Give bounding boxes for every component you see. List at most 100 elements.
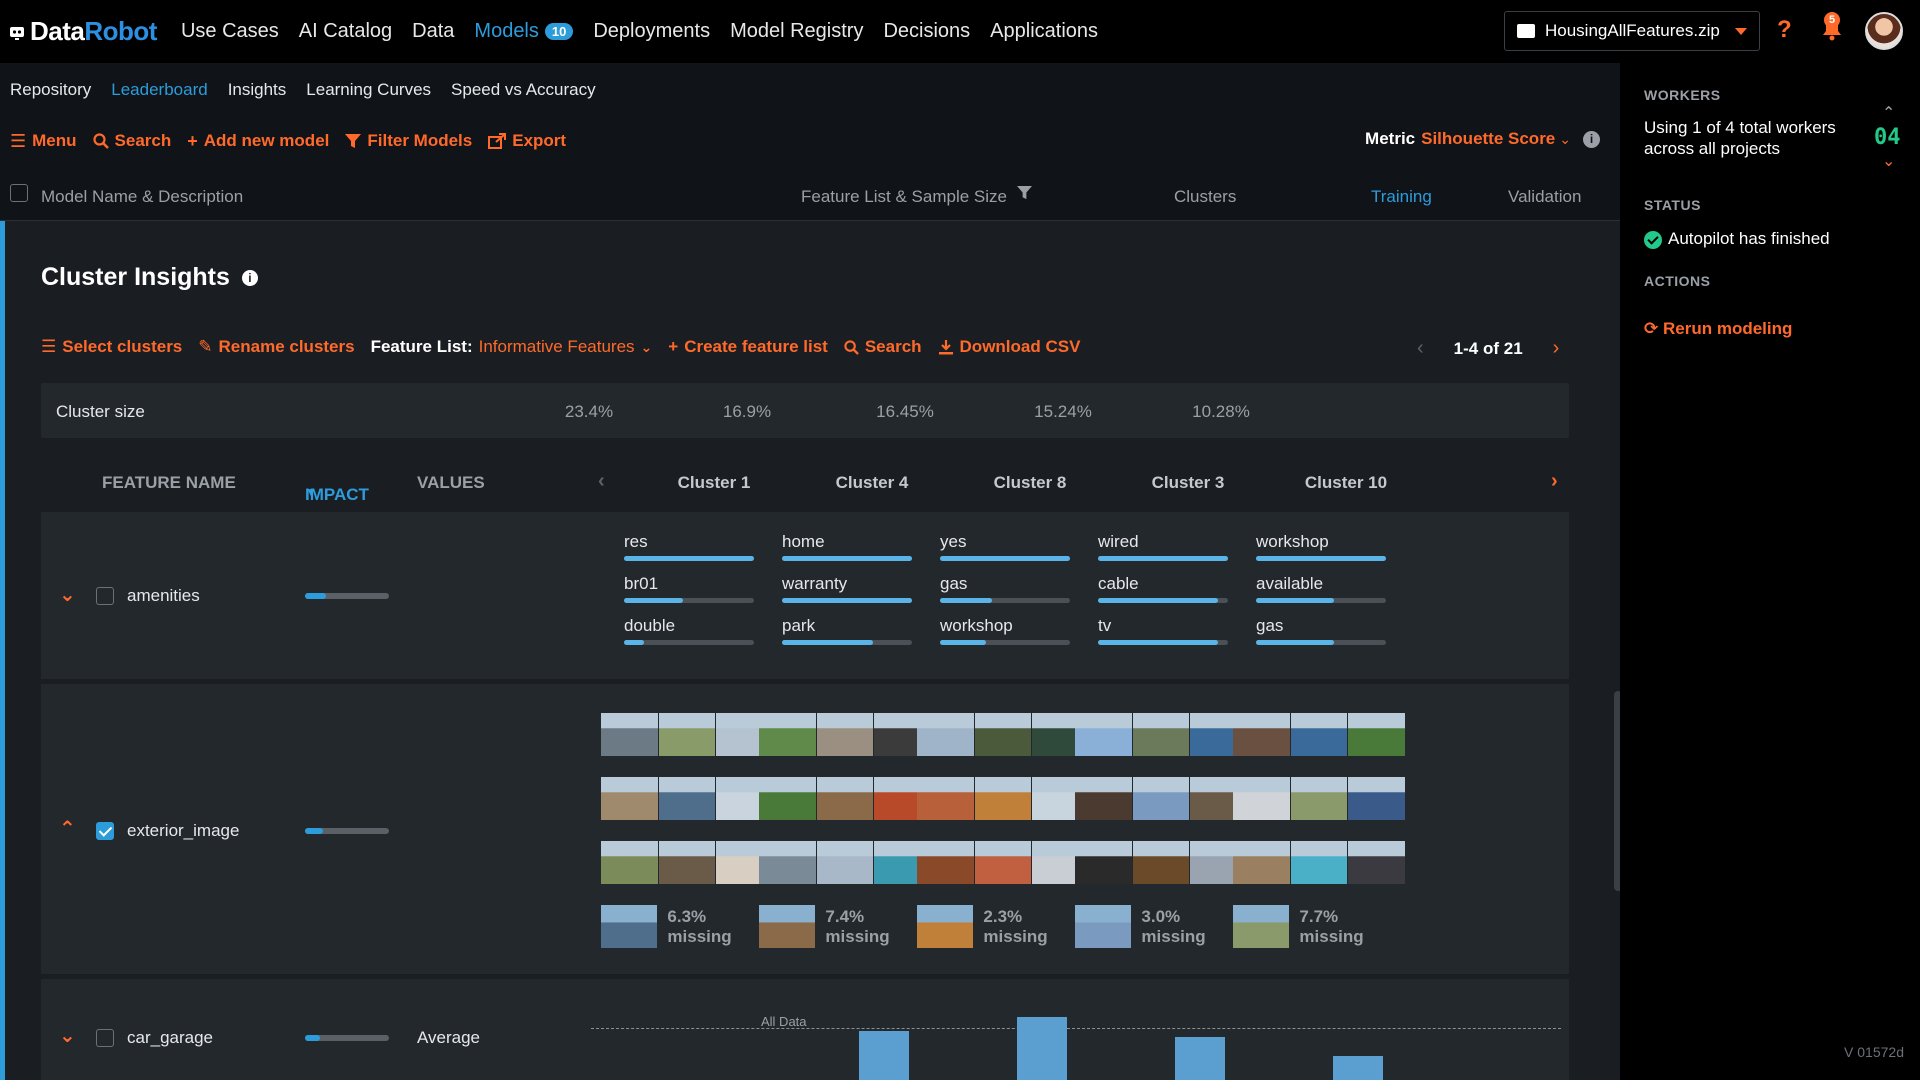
cluster-image-cell: 3.0% missing xyxy=(1075,713,1248,948)
house-thumbnail[interactable] xyxy=(816,777,874,820)
nav-applications[interactable]: Applications xyxy=(980,20,1108,43)
export-button[interactable]: Export xyxy=(488,131,566,151)
nav-models[interactable]: Models 10 xyxy=(464,20,583,43)
house-thumbnail[interactable] xyxy=(816,841,874,884)
tab-learning-curves[interactable]: Learning Curves xyxy=(306,80,431,100)
house-thumbnail[interactable] xyxy=(1075,905,1132,948)
cluster-search-button[interactable]: Search xyxy=(844,337,922,357)
chevron-up-icon[interactable]: ⌃ xyxy=(59,816,76,841)
col-validation[interactable]: Validation xyxy=(1508,187,1581,207)
user-avatar[interactable] xyxy=(1865,12,1903,50)
download-csv-button[interactable]: Download CSV xyxy=(938,337,1080,357)
house-thumbnail[interactable] xyxy=(759,841,816,884)
header-values[interactable]: VALUES xyxy=(417,473,485,493)
house-thumbnail[interactable] xyxy=(759,713,816,756)
datarobot-logo[interactable]: Data Robot xyxy=(8,16,157,47)
chevron-left-icon[interactable]: ‹ xyxy=(598,470,605,493)
nav-deployments[interactable]: Deployments xyxy=(583,20,720,43)
help-icon[interactable]: ? xyxy=(1777,16,1792,44)
nav-ai-catalog[interactable]: AI Catalog xyxy=(289,20,402,43)
sort-down-icon: ▼ xyxy=(305,485,317,499)
feature-checkbox[interactable] xyxy=(96,822,114,840)
metric-dropdown[interactable]: Silhouette Score xyxy=(1421,129,1555,149)
house-thumbnail[interactable] xyxy=(1348,777,1406,820)
nav-use-cases[interactable]: Use Cases xyxy=(171,20,289,43)
tab-speed-vs-accuracy[interactable]: Speed vs Accuracy xyxy=(451,80,596,100)
cluster-value-cell: res br01 double xyxy=(624,532,754,658)
rename-clusters-button[interactable]: ✎ Rename clusters xyxy=(198,337,354,357)
house-thumbnail[interactable] xyxy=(601,777,658,820)
house-thumbnail[interactable] xyxy=(658,713,716,756)
house-thumbnail[interactable] xyxy=(1348,841,1406,884)
house-thumbnail[interactable] xyxy=(1075,841,1132,884)
nav-model-registry[interactable]: Model Registry xyxy=(720,20,873,43)
project-selector[interactable]: HousingAllFeatures.zip xyxy=(1504,11,1760,51)
missing-indicator: 3.0% missing xyxy=(1075,905,1248,948)
col-feature-list[interactable]: Feature List & Sample Size xyxy=(801,187,1007,207)
house-thumbnail[interactable] xyxy=(1233,777,1290,820)
select-all-checkbox[interactable] xyxy=(10,184,28,202)
value-frequency-bar xyxy=(624,640,754,645)
house-thumbnail[interactable] xyxy=(816,713,874,756)
house-thumbnail[interactable] xyxy=(1233,905,1290,948)
house-thumbnail[interactable] xyxy=(917,841,974,884)
house-thumbnail[interactable] xyxy=(658,841,716,884)
house-thumbnail[interactable] xyxy=(917,713,974,756)
tab-insights[interactable]: Insights xyxy=(228,80,287,100)
house-thumbnail[interactable] xyxy=(601,841,658,884)
house-thumbnail[interactable] xyxy=(1075,713,1132,756)
house-thumbnail[interactable] xyxy=(601,905,658,948)
tab-leaderboard[interactable]: Leaderboard xyxy=(111,80,207,100)
feature-checkbox[interactable] xyxy=(96,587,114,605)
house-thumbnail[interactable] xyxy=(759,905,816,948)
house-thumbnail[interactable] xyxy=(917,777,974,820)
house-thumbnail[interactable] xyxy=(1233,841,1290,884)
house-thumbnail[interactable] xyxy=(974,713,1032,756)
feature-checkbox[interactable] xyxy=(96,1029,114,1047)
select-clusters-button[interactable]: ☰ Select clusters xyxy=(41,337,182,357)
nav-decisions[interactable]: Decisions xyxy=(873,20,980,43)
header-feature-name[interactable]: FEATURE NAME xyxy=(102,473,236,493)
house-thumbnail[interactable] xyxy=(1132,841,1190,884)
house-thumbnail[interactable] xyxy=(974,841,1032,884)
filter-label: Filter Models xyxy=(367,131,473,150)
house-thumbnail[interactable] xyxy=(1132,713,1190,756)
chevron-right-icon[interactable]: › xyxy=(1551,470,1558,493)
chevron-down-icon[interactable]: ⌄ xyxy=(1882,151,1895,171)
filter-icon[interactable] xyxy=(1017,185,1032,205)
house-thumbnail[interactable] xyxy=(658,777,716,820)
info-icon[interactable]: i xyxy=(241,269,258,286)
tab-repository[interactable]: Repository xyxy=(10,80,91,100)
house-thumbnail[interactable] xyxy=(1348,713,1406,756)
chevron-down-icon[interactable]: ⌄ xyxy=(59,1023,76,1048)
value-item: tv xyxy=(1098,616,1228,658)
info-icon[interactable]: i xyxy=(1583,130,1600,148)
house-thumbnail[interactable] xyxy=(1233,713,1290,756)
feature-list-dropdown[interactable]: Informative Features ⌄ xyxy=(479,337,653,357)
house-thumbnail[interactable] xyxy=(1075,777,1132,820)
create-feature-list-button[interactable]: + Create feature list xyxy=(668,337,828,357)
house-thumbnail[interactable] xyxy=(1132,777,1190,820)
house-thumbnail[interactable] xyxy=(759,777,816,820)
metric-label: Metric xyxy=(1365,129,1416,148)
image-strip xyxy=(1233,777,1406,820)
chevron-left-icon[interactable]: ‹ xyxy=(1417,337,1424,360)
chevron-up-icon[interactable]: ⌃ xyxy=(1882,103,1895,123)
menu-button[interactable]: ☰ Menu xyxy=(10,131,77,152)
search-button[interactable]: Search xyxy=(92,131,171,151)
rerun-modeling-button[interactable]: ⟳ Rerun modeling xyxy=(1644,319,1792,339)
house-thumbnail[interactable] xyxy=(1290,841,1348,884)
house-thumbnail[interactable] xyxy=(1290,713,1348,756)
house-thumbnail[interactable] xyxy=(974,777,1032,820)
chevron-down-icon[interactable]: ⌄ xyxy=(59,582,76,607)
col-clusters[interactable]: Clusters xyxy=(1174,187,1236,207)
filter-models-button[interactable]: Filter Models xyxy=(345,131,472,151)
house-thumbnail[interactable] xyxy=(601,713,658,756)
house-thumbnail[interactable] xyxy=(917,905,974,948)
house-thumbnail[interactable] xyxy=(1290,777,1348,820)
chevron-right-icon[interactable]: › xyxy=(1553,337,1560,360)
add-new-model-button[interactable]: + Add new model xyxy=(187,131,329,152)
col-training[interactable]: Training xyxy=(1371,187,1432,207)
nav-data[interactable]: Data xyxy=(402,20,464,43)
col-model-name[interactable]: Model Name & Description xyxy=(41,187,243,207)
